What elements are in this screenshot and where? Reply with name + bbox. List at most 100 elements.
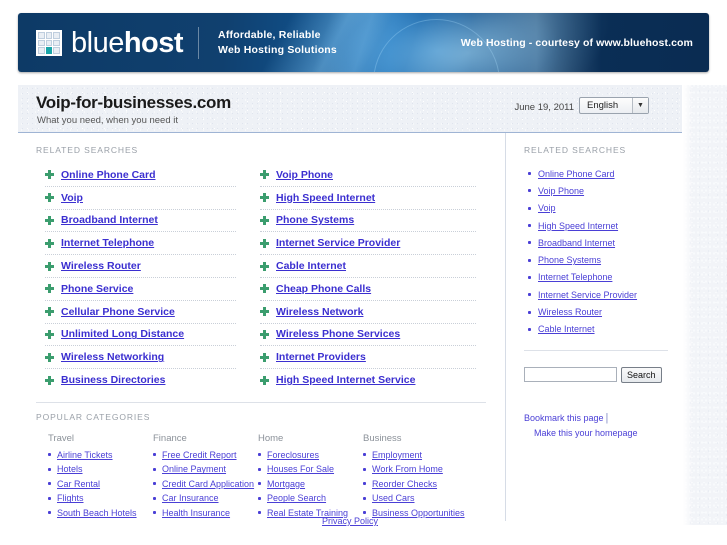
related-search-item[interactable]: Phone Systems — [260, 210, 476, 233]
related-search-link[interactable]: Wireless Phone Services — [276, 328, 400, 340]
category-list-item[interactable]: Online Payment — [153, 464, 258, 474]
category-link[interactable]: Hotels — [57, 464, 83, 474]
sidebar-list-item[interactable]: Wireless Router — [528, 303, 682, 320]
category-list-item[interactable]: Hotels — [48, 464, 153, 474]
category-list-item[interactable]: Employment — [363, 450, 468, 460]
category-link[interactable]: Reorder Checks — [372, 479, 437, 489]
related-search-item[interactable]: Wireless Phone Services — [260, 324, 476, 347]
related-search-link[interactable]: Wireless Networking — [61, 351, 164, 363]
related-search-item[interactable]: Voip — [45, 187, 236, 210]
related-search-link[interactable]: Cable Internet — [276, 260, 346, 272]
privacy-policy-link[interactable]: Privacy Policy — [322, 516, 378, 526]
category-link[interactable]: Houses For Sale — [267, 464, 334, 474]
category-list-item[interactable]: Car Rental — [48, 479, 153, 489]
related-search-link[interactable]: Voip Phone — [276, 169, 333, 181]
sidebar-related-link[interactable]: Wireless Router — [538, 307, 602, 317]
make-homepage-link[interactable]: Make this your homepage — [534, 428, 638, 438]
category-list-item[interactable]: Flights — [48, 493, 153, 503]
category-link[interactable]: Foreclosures — [267, 450, 319, 460]
sidebar-related-link[interactable]: Internet Telephone — [538, 272, 612, 282]
related-search-item[interactable]: Cellular Phone Service — [45, 301, 236, 324]
category-link[interactable]: Used Cars — [372, 493, 415, 503]
category-list-item[interactable]: Free Credit Report — [153, 450, 258, 460]
category-list-item[interactable]: Mortgage — [258, 479, 363, 489]
sidebar-list-item[interactable]: Internet Service Provider — [528, 286, 682, 303]
sidebar-list-item[interactable]: High Speed Internet — [528, 217, 682, 234]
category-link[interactable]: Mortgage — [267, 479, 305, 489]
related-search-link[interactable]: Internet Service Provider — [276, 237, 400, 249]
sidebar-list-item[interactable]: Phone Systems — [528, 251, 682, 268]
related-search-link[interactable]: High Speed Internet Service — [276, 374, 415, 386]
related-search-item[interactable]: Internet Service Provider — [260, 232, 476, 256]
related-search-link[interactable]: Business Directories — [61, 374, 165, 386]
category-link[interactable]: Car Rental — [57, 479, 100, 489]
category-list-item[interactable]: Used Cars — [363, 493, 468, 503]
related-search-link[interactable]: High Speed Internet — [276, 192, 375, 204]
category-list-item[interactable]: Airline Tickets — [48, 450, 153, 460]
sidebar-list-item[interactable]: Voip Phone — [528, 182, 682, 199]
related-search-item[interactable]: Internet Providers — [260, 346, 476, 370]
sidebar-related-link[interactable]: High Speed Internet — [538, 221, 618, 231]
related-search-item[interactable]: Wireless Networking — [45, 346, 236, 370]
category-list-item[interactable]: Work From Home — [363, 464, 468, 474]
category-list-item[interactable]: Reorder Checks — [363, 479, 468, 489]
related-search-item[interactable]: Phone Service — [45, 278, 236, 301]
related-search-link[interactable]: Online Phone Card — [61, 169, 156, 181]
sidebar-related-link[interactable]: Voip Phone — [538, 186, 584, 196]
related-search-item[interactable]: Cheap Phone Calls — [260, 278, 476, 301]
related-search-link[interactable]: Internet Providers — [276, 351, 366, 363]
related-search-item[interactable]: Voip Phone — [260, 164, 476, 187]
category-list-item[interactable]: Foreclosures — [258, 450, 363, 460]
related-search-item[interactable]: Internet Telephone — [45, 232, 236, 256]
category-link[interactable]: People Search — [267, 493, 326, 503]
sidebar-related-link[interactable]: Voip — [538, 203, 556, 213]
search-button[interactable]: Search — [621, 366, 662, 383]
related-search-item[interactable]: Business Directories — [45, 369, 236, 391]
sidebar-related-link[interactable]: Cable Internet — [538, 324, 595, 334]
related-search-link[interactable]: Phone Systems — [276, 214, 354, 226]
sidebar-related-link[interactable]: Phone Systems — [538, 255, 601, 265]
category-link[interactable]: Free Credit Report — [162, 450, 237, 460]
related-search-item[interactable]: Broadband Internet — [45, 210, 236, 233]
category-link[interactable]: Airline Tickets — [57, 450, 113, 460]
related-search-link[interactable]: Cheap Phone Calls — [276, 283, 371, 295]
related-search-item[interactable]: Unlimited Long Distance — [45, 324, 236, 347]
related-search-item[interactable]: High Speed Internet — [260, 187, 476, 210]
related-search-link[interactable]: Wireless Network — [276, 306, 363, 318]
bookmark-this-page-link[interactable]: Bookmark this page — [524, 413, 604, 423]
sidebar-list-item[interactable]: Cable Internet — [528, 321, 682, 338]
search-input[interactable] — [524, 367, 617, 383]
bluehost-logo[interactable]: bluehost Affordable, Reliable Web Hostin… — [36, 27, 337, 59]
related-search-item[interactable]: Cable Internet — [260, 255, 476, 278]
category-link[interactable]: Credit Card Application — [162, 479, 254, 489]
sidebar-list-item[interactable]: Broadband Internet — [528, 234, 682, 251]
sidebar-list-item[interactable]: Internet Telephone — [528, 269, 682, 286]
related-search-link[interactable]: Voip — [61, 192, 83, 204]
related-search-item[interactable]: Wireless Network — [260, 301, 476, 324]
related-search-link[interactable]: Wireless Router — [61, 260, 141, 272]
language-select[interactable]: English ▼ — [579, 97, 649, 114]
category-link[interactable]: Car Insurance — [162, 493, 219, 503]
related-search-link[interactable]: Internet Telephone — [61, 237, 154, 249]
related-search-link[interactable]: Cellular Phone Service — [61, 306, 175, 318]
related-search-item[interactable]: High Speed Internet Service — [260, 369, 476, 391]
category-list-item[interactable]: Credit Card Application — [153, 479, 258, 489]
category-link[interactable]: Employment — [372, 450, 422, 460]
category-list-item[interactable]: Car Insurance — [153, 493, 258, 503]
related-searches-heading: RELATED SEARCHES — [36, 145, 139, 155]
sidebar-related-link[interactable]: Online Phone Card — [538, 169, 615, 179]
related-search-link[interactable]: Unlimited Long Distance — [61, 328, 184, 340]
category-link[interactable]: Work From Home — [372, 464, 443, 474]
category-link[interactable]: Flights — [57, 493, 84, 503]
category-list-item[interactable]: Houses For Sale — [258, 464, 363, 474]
related-search-item[interactable]: Wireless Router — [45, 255, 236, 278]
sidebar-list-item[interactable]: Online Phone Card — [528, 165, 682, 182]
related-search-link[interactable]: Phone Service — [61, 283, 133, 295]
category-list-item[interactable]: People Search — [258, 493, 363, 503]
sidebar-related-link[interactable]: Internet Service Provider — [538, 290, 637, 300]
category-link[interactable]: Online Payment — [162, 464, 226, 474]
related-search-item[interactable]: Online Phone Card — [45, 164, 236, 187]
related-search-link[interactable]: Broadband Internet — [61, 214, 158, 226]
sidebar-related-link[interactable]: Broadband Internet — [538, 238, 615, 248]
sidebar-list-item[interactable]: Voip — [528, 200, 682, 217]
